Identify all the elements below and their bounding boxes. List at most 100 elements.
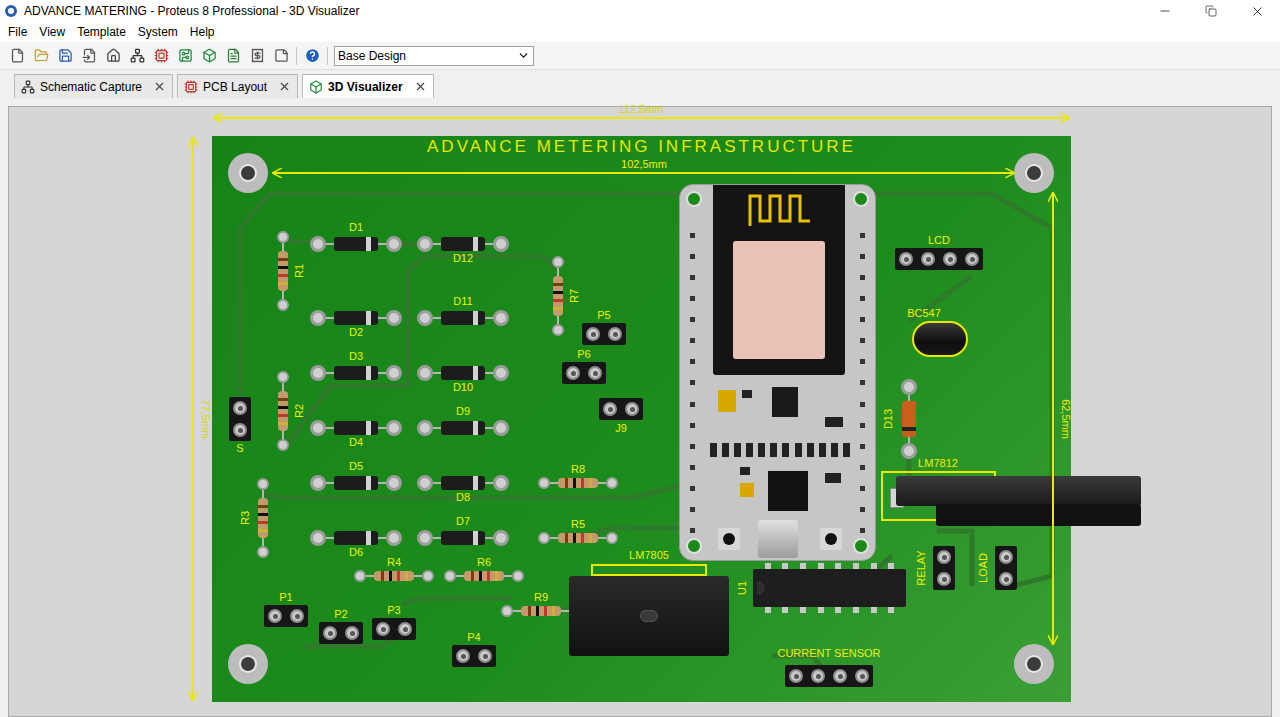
restore-button[interactable]: [1188, 0, 1234, 22]
solder-pad: [386, 310, 402, 326]
solder-pad: [901, 443, 917, 459]
component-label: D10: [453, 382, 473, 393]
visualizer-area: ADVANCE METERING INFRASTRUCTURED1D2D3D4D…: [0, 98, 1280, 717]
menu-item[interactable]: Template: [71, 23, 132, 41]
help-button[interactable]: [303, 47, 321, 65]
component: [310, 364, 402, 382]
import-icon: [82, 48, 97, 63]
toolbar-button[interactable]: [104, 47, 122, 65]
component: [310, 529, 402, 547]
toolbar-button[interactable]: [80, 47, 98, 65]
component-label: LM7805: [629, 550, 669, 561]
component: [417, 474, 509, 492]
toolbar-button[interactable]: [176, 47, 194, 65]
component-label: P1: [279, 592, 292, 603]
component-label: U1: [737, 581, 748, 595]
pin-header: [582, 323, 626, 345]
component-label: RELAY: [916, 550, 927, 585]
component: [417, 419, 509, 437]
component: [310, 309, 402, 327]
component-label: D9: [456, 406, 470, 417]
toolbar-button[interactable]: [248, 47, 266, 65]
solder-pad: [310, 530, 326, 546]
menu-item[interactable]: Help: [184, 23, 221, 41]
tab-strip: Schematic CapturePCB Layout3D Visualizer: [0, 70, 1280, 98]
minimize-button[interactable]: [1142, 0, 1188, 22]
header-pin: [290, 609, 304, 623]
pin-header: [995, 546, 1017, 590]
component-label: CURRENT SENSOR: [777, 648, 880, 659]
variant-dropdown[interactable]: Base Design: [334, 46, 534, 66]
component: [417, 364, 509, 382]
component: [319, 622, 363, 644]
menu-item[interactable]: View: [33, 23, 71, 41]
header-pin: [937, 550, 951, 564]
header-pin: [323, 626, 337, 640]
pin-header: [319, 622, 363, 644]
header-pin: [921, 252, 935, 266]
toolbar-button[interactable]: [224, 47, 242, 65]
toolbar-button[interactable]: [272, 47, 290, 65]
header-pin: [608, 327, 622, 341]
component-label: P5: [597, 310, 610, 321]
close-icon: [1250, 4, 1265, 19]
toolbar-button[interactable]: [8, 47, 26, 65]
document-tab[interactable]: 3D Visualizer: [302, 74, 433, 98]
diode: [900, 379, 918, 459]
solder-pad: [386, 475, 402, 491]
toolbar-button[interactable]: [128, 47, 146, 65]
reset-button[interactable]: [718, 528, 740, 550]
menu-bar: FileViewTemplateSystemHelp: [0, 22, 1280, 42]
solder-pad: [493, 365, 509, 381]
dimension-label: 102,5mm: [621, 159, 667, 170]
menu-item[interactable]: System: [132, 23, 184, 41]
toolbar-button[interactable]: [152, 47, 170, 65]
header-pin: [943, 252, 957, 266]
component: [933, 546, 955, 590]
component: [896, 476, 1141, 536]
component: [256, 478, 270, 558]
close-button[interactable]: [1234, 0, 1280, 22]
header-pin: [233, 401, 247, 415]
dimension-lines: [9, 107, 1273, 717]
component: [785, 665, 873, 687]
solder-pad: [386, 236, 402, 252]
voltage-regulator: [569, 576, 729, 656]
component-label: R9: [534, 592, 548, 603]
solder-pad: [417, 310, 433, 326]
component-label: LM7812: [918, 458, 958, 469]
solder-pad: [417, 420, 433, 436]
document-tab[interactable]: PCB Layout: [177, 74, 298, 98]
diode: [310, 309, 402, 327]
component: [551, 256, 565, 336]
solder-pad: [493, 530, 509, 546]
component-label: D11: [453, 296, 472, 307]
document-tab[interactable]: Schematic Capture: [14, 74, 173, 98]
mounting-hole: [228, 644, 268, 684]
component-label: P6: [577, 349, 590, 360]
menu-item[interactable]: File: [2, 23, 33, 41]
toolbar-button[interactable]: [56, 47, 74, 65]
component-label: LCD: [928, 235, 950, 246]
3d-view-icon: [202, 48, 217, 63]
component-label: R5: [571, 519, 585, 530]
component: [582, 323, 626, 345]
header-pin: [625, 402, 639, 416]
header-pin: [345, 626, 359, 640]
flash-button[interactable]: [820, 528, 842, 550]
design-icon: [274, 48, 289, 63]
restore-icon: [1205, 5, 1217, 17]
toolbar-button[interactable]: [200, 47, 218, 65]
component-label: R3: [240, 511, 251, 525]
pin-header: [895, 248, 983, 270]
solder-pad: [310, 310, 326, 326]
component-label: D7: [456, 516, 470, 527]
diode: [417, 474, 509, 492]
header-pin: [937, 572, 951, 586]
toolbar-button[interactable]: [32, 47, 50, 65]
chevron-down-icon: [517, 49, 530, 62]
tab-icon: [309, 80, 323, 94]
component-label: D3: [349, 351, 363, 362]
component-label: R2: [294, 404, 305, 418]
component: [354, 569, 434, 583]
